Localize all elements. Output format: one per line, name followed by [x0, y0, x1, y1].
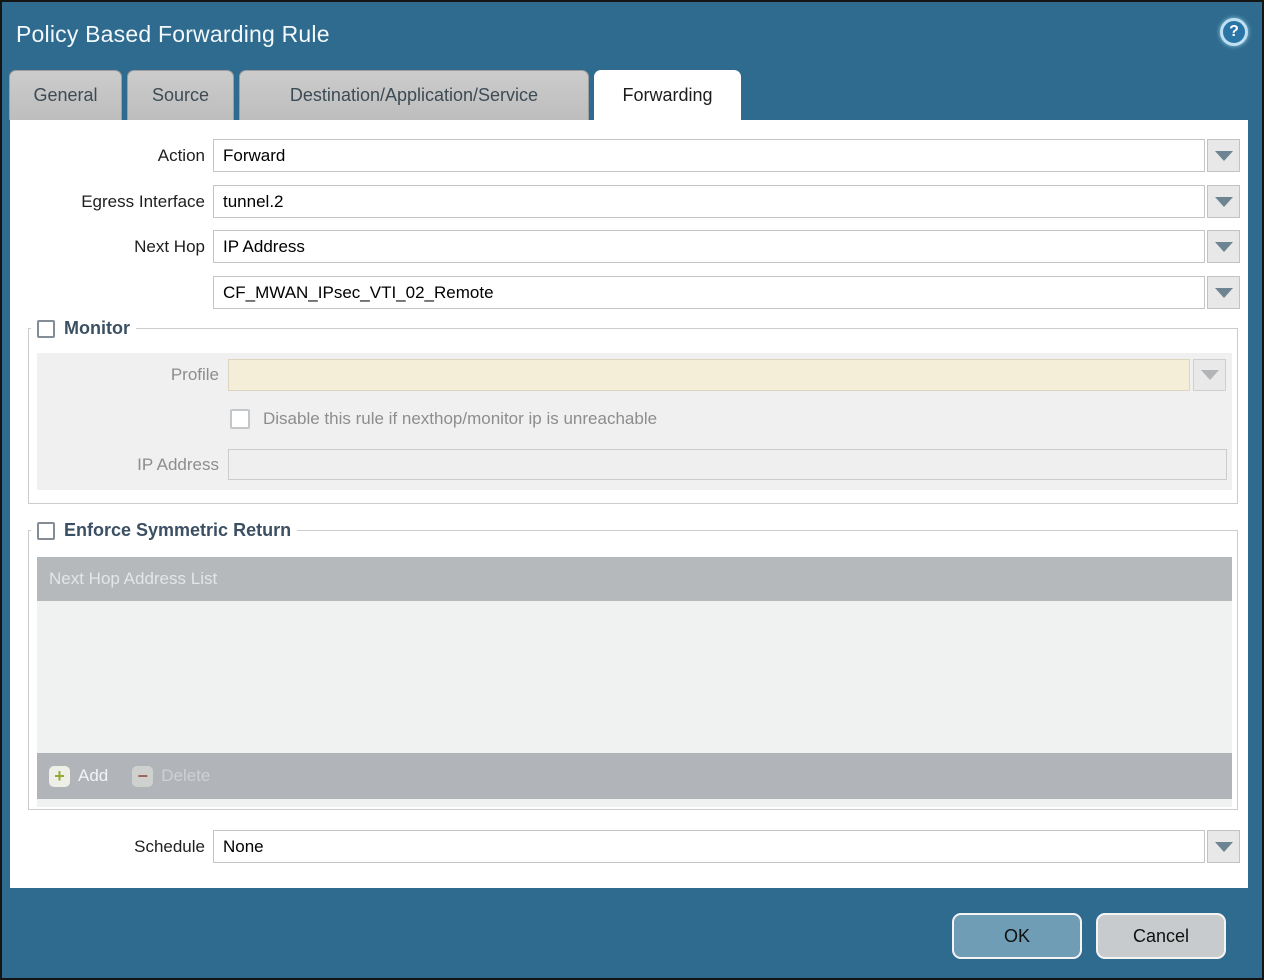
- monitor-legend: Monitor: [31, 318, 136, 339]
- monitor-checkbox[interactable]: [37, 320, 55, 338]
- help-icon[interactable]: ?: [1220, 18, 1248, 46]
- profile-label: Profile: [37, 359, 219, 391]
- add-button[interactable]: + Add: [49, 766, 108, 787]
- chevron-down-icon: [1215, 842, 1233, 852]
- profile-dropdown-button: [1193, 359, 1226, 391]
- ok-button[interactable]: OK: [952, 913, 1082, 959]
- egress-interface-label: Egress Interface: [10, 185, 205, 219]
- table-bottom-strip: [37, 799, 1232, 807]
- schedule-dropdown-button[interactable]: [1207, 830, 1240, 863]
- next-hop-address-list-body[interactable]: [37, 601, 1232, 753]
- tab-source[interactable]: Source: [127, 70, 234, 120]
- enforce-symmetric-return-legend: Enforce Symmetric Return: [31, 520, 297, 541]
- monitor-section: Monitor Profile Disable this rule if nex…: [28, 318, 1238, 504]
- next-hop-label: Next Hop: [10, 230, 205, 264]
- plus-icon: +: [49, 766, 70, 787]
- next-hop-address-select[interactable]: CF_MWAN_IPsec_VTI_02_Remote: [213, 276, 1205, 309]
- delete-button-label: Delete: [161, 766, 210, 786]
- disable-rule-checkbox: [230, 409, 250, 429]
- dialog-footer: OK Cancel: [2, 888, 1262, 978]
- enforce-symmetric-return-legend-label: Enforce Symmetric Return: [64, 520, 291, 541]
- chevron-down-icon: [1215, 242, 1233, 252]
- next-hop-address-list-toolbar: + Add − Delete: [37, 753, 1232, 799]
- schedule-select[interactable]: None: [213, 830, 1205, 863]
- egress-interface-dropdown-button[interactable]: [1207, 185, 1240, 218]
- add-button-label: Add: [78, 766, 108, 786]
- chevron-down-icon: [1201, 370, 1219, 380]
- chevron-down-icon: [1215, 197, 1233, 207]
- disable-rule-row: Disable this rule if nexthop/monitor ip …: [230, 407, 657, 431]
- pbf-rule-dialog: Policy Based Forwarding Rule ? General S…: [0, 0, 1264, 980]
- action-dropdown-button[interactable]: [1207, 139, 1240, 172]
- profile-select: [228, 359, 1190, 391]
- dialog-titlebar: Policy Based Forwarding Rule ?: [2, 2, 1262, 70]
- next-hop-row: Next Hop IP Address: [10, 230, 1248, 264]
- disable-rule-label: Disable this rule if nexthop/monitor ip …: [263, 409, 657, 429]
- tab-forwarding[interactable]: Forwarding: [594, 70, 741, 120]
- chevron-down-icon: [1215, 151, 1233, 161]
- next-hop-type-select[interactable]: IP Address: [213, 230, 1205, 263]
- tab-destination-application-service[interactable]: Destination/Application/Service: [239, 70, 589, 120]
- minus-icon: −: [132, 766, 153, 787]
- tab-bar: General Source Destination/Application/S…: [9, 70, 741, 120]
- action-row: Action Forward: [10, 139, 1248, 173]
- monitor-ip-address-input: [228, 449, 1227, 480]
- schedule-label: Schedule: [10, 830, 205, 864]
- next-hop-address-table: Next Hop Address List + Add − Delete: [37, 557, 1232, 807]
- schedule-row: Schedule None: [10, 830, 1248, 864]
- chevron-down-icon: [1215, 288, 1233, 298]
- action-label: Action: [10, 139, 205, 173]
- tab-general[interactable]: General: [9, 70, 122, 120]
- cancel-button[interactable]: Cancel: [1096, 913, 1226, 959]
- egress-interface-select[interactable]: tunnel.2: [213, 185, 1205, 218]
- monitor-panel: Profile Disable this rule if nexthop/mon…: [37, 353, 1232, 490]
- next-hop-dropdown-button[interactable]: [1207, 230, 1240, 263]
- egress-interface-row: Egress Interface tunnel.2: [10, 185, 1248, 219]
- monitor-ip-address-label: IP Address: [37, 449, 219, 481]
- enforce-symmetric-return-checkbox[interactable]: [37, 522, 55, 540]
- dialog-title: Policy Based Forwarding Rule: [16, 21, 330, 48]
- next-hop-address-dropdown-button[interactable]: [1207, 276, 1240, 309]
- next-hop-address-list-header: Next Hop Address List: [37, 557, 1232, 601]
- tab-panel-forwarding: Action Forward Egress Interface tunnel.2…: [10, 120, 1248, 890]
- next-hop-value-row: CF_MWAN_IPsec_VTI_02_Remote: [10, 276, 1248, 310]
- monitor-legend-label: Monitor: [64, 318, 130, 339]
- enforce-symmetric-return-section: Enforce Symmetric Return Next Hop Addres…: [28, 520, 1238, 810]
- action-select[interactable]: Forward: [213, 139, 1205, 172]
- delete-button: − Delete: [132, 766, 210, 787]
